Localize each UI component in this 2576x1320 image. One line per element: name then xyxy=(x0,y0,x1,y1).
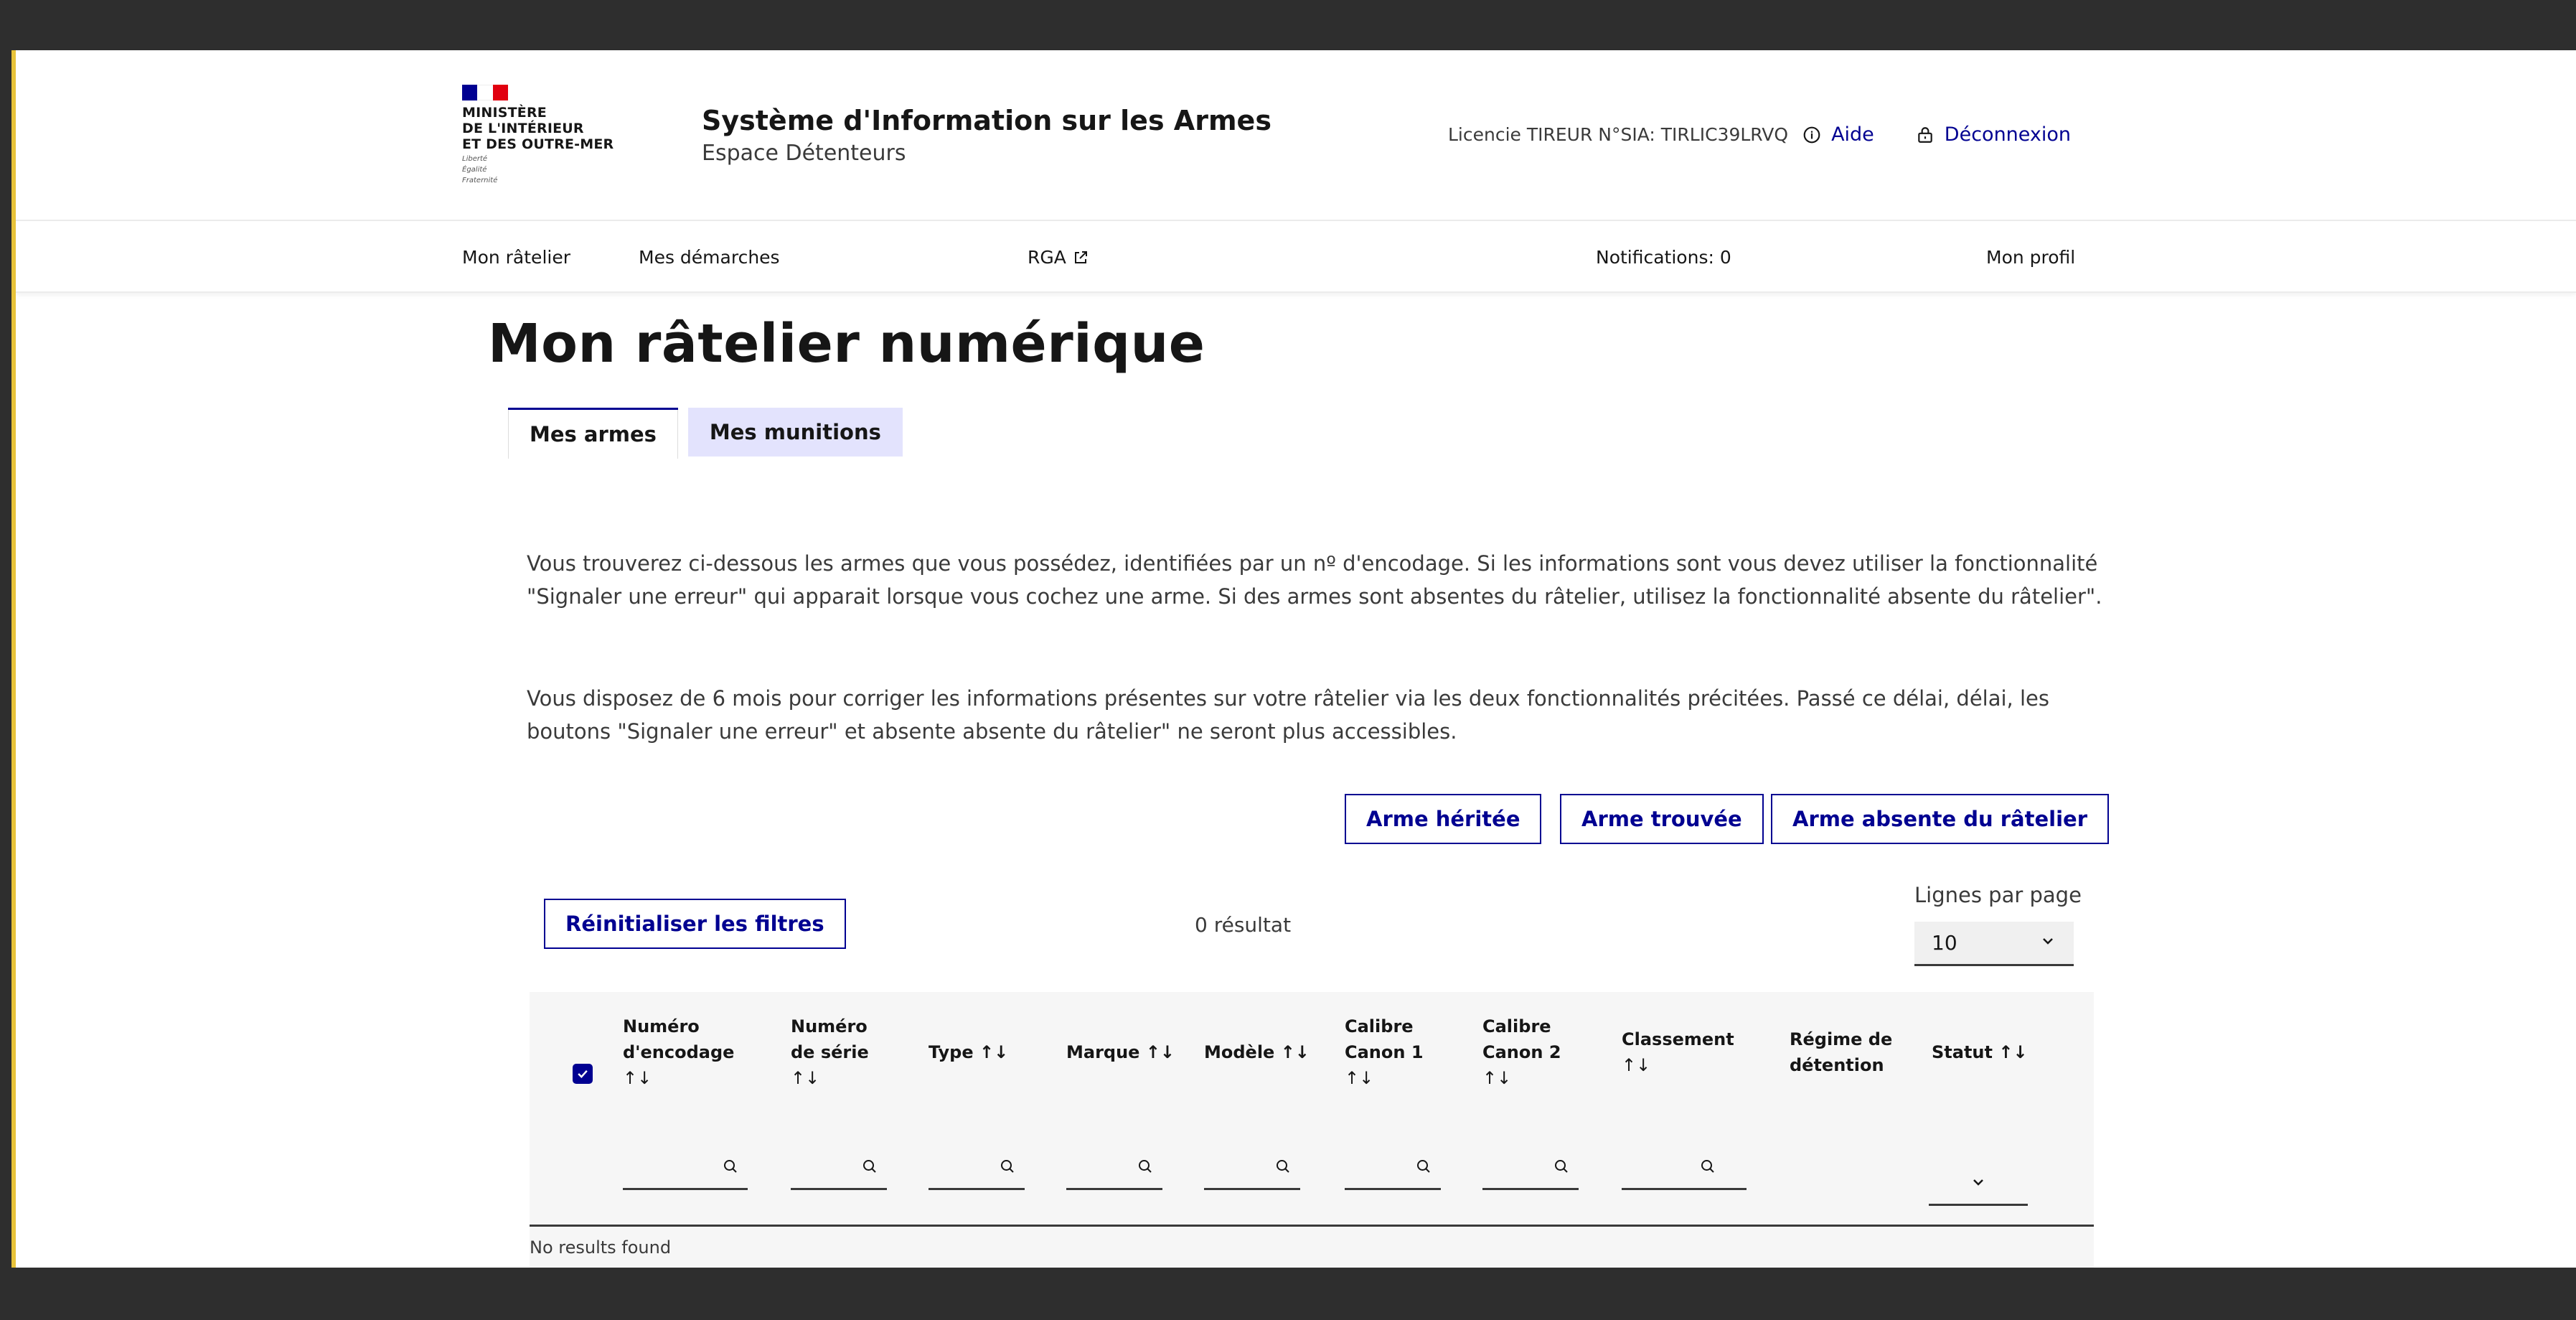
col-header-caliber-1[interactable]: Calibre Canon 1 ↑↓ xyxy=(1345,1014,1424,1091)
search-icon xyxy=(1415,1158,1432,1178)
site-header: MINISTÈRE DE L'INTÉRIEUR ET DES OUTRE-ME… xyxy=(16,50,2576,221)
filter-serial-input[interactable] xyxy=(791,1147,887,1190)
search-icon xyxy=(1274,1158,1292,1178)
filter-status-select[interactable] xyxy=(1929,1163,2028,1206)
nav-item-notifications[interactable]: Notifications: 0 xyxy=(1596,247,1731,268)
main-nav: Mon râtelier Mes démarches RGA Notificat… xyxy=(16,221,2576,293)
logout-label: Déconnexion xyxy=(1944,123,2072,146)
inherited-weapon-button[interactable]: Arme héritée xyxy=(1345,794,1542,844)
chevron-down-icon xyxy=(2039,931,2056,955)
intro-paragraph: Vous trouverez ci-dessous les armes que … xyxy=(527,551,2102,609)
col-header-type[interactable]: Type ↑↓ xyxy=(929,1039,1008,1065)
col-header-status[interactable]: Statut ↑↓ xyxy=(1932,1039,2028,1065)
deadline-paragraph: Vous disposez de 6 mois pour corriger le… xyxy=(527,686,2049,744)
col-header-model[interactable]: Modèle ↑↓ xyxy=(1204,1039,1310,1065)
col-header-line: de série xyxy=(791,1042,869,1062)
col-header-line: Calibre xyxy=(1482,1016,1551,1036)
sort-icon: ↑↓ xyxy=(1482,1068,1512,1088)
site-subtitle: Espace Détenteurs xyxy=(702,141,906,166)
search-icon xyxy=(1699,1158,1716,1178)
help-label: Aide xyxy=(1831,123,1874,146)
absent-weapon-button[interactable]: Arme absente du râtelier xyxy=(1771,794,2110,844)
col-header-regime: Régime de détention xyxy=(1790,1026,1892,1078)
page: MINISTÈRE DE L'INTÉRIEUR ET DES OUTRE-ME… xyxy=(16,50,2576,1268)
sort-icon: ↑↓ xyxy=(1345,1068,1374,1088)
col-header-line: détention xyxy=(1790,1055,1884,1075)
search-icon xyxy=(861,1158,878,1178)
results-count: 0 résultat xyxy=(1195,913,1292,937)
chevron-down-icon xyxy=(1970,1174,1987,1194)
motto-line: Fraternité xyxy=(462,177,498,184)
filter-classification-input[interactable] xyxy=(1622,1147,1747,1190)
logo-line: DE L'INTÉRIEUR xyxy=(462,121,584,136)
filter-caliber-1-input[interactable] xyxy=(1345,1147,1441,1190)
search-icon xyxy=(1137,1158,1154,1178)
flag-icon xyxy=(462,85,508,100)
check-icon xyxy=(578,1069,588,1078)
motto-line: Égalité xyxy=(462,166,487,174)
logout-link[interactable]: Déconnexion xyxy=(1916,123,2071,146)
weapons-table: Numéro d'encodage ↑↓ Numéro de série ↑↓ … xyxy=(530,992,2094,1268)
lock-icon xyxy=(1916,126,1935,144)
table-header-divider xyxy=(530,1225,2094,1227)
tab-mes-armes[interactable]: Mes armes xyxy=(508,408,678,459)
rows-per-page-label: Lignes par page xyxy=(1914,883,2082,907)
select-all-checkbox[interactable] xyxy=(573,1064,593,1084)
reset-filters-button[interactable]: Réinitialiser les filtres xyxy=(544,899,846,949)
search-icon xyxy=(999,1158,1016,1178)
nav-label: Mon râtelier xyxy=(462,247,570,268)
logo-line: ET DES OUTRE-MER xyxy=(462,136,614,152)
help-link[interactable]: Aide xyxy=(1802,123,1874,146)
site-title[interactable]: Système d'Information sur les Armes xyxy=(702,105,1271,136)
filter-encoding-input[interactable] xyxy=(623,1147,748,1190)
col-header-line: d'encodage xyxy=(623,1042,735,1062)
tab-mes-munitions[interactable]: Mes munitions xyxy=(687,408,903,457)
sort-icon: ↑↓ xyxy=(623,1068,652,1088)
nav-label: Mon profil xyxy=(1986,247,2076,268)
col-header-encoding[interactable]: Numéro d'encodage ↑↓ xyxy=(623,1014,734,1091)
filter-model-input[interactable] xyxy=(1204,1147,1300,1190)
search-icon xyxy=(1553,1158,1570,1178)
col-header-line: Canon 2 xyxy=(1482,1042,1561,1062)
empty-table-message: No results found xyxy=(530,1237,672,1258)
nav-item-profile[interactable]: Mon profil xyxy=(1986,247,2075,268)
col-header-line: Calibre xyxy=(1345,1016,1414,1036)
info-icon xyxy=(1802,126,1821,144)
col-header-brand[interactable]: Marque ↑↓ xyxy=(1066,1039,1175,1065)
motto-line: Liberté xyxy=(462,155,488,163)
col-header-line: Canon 1 xyxy=(1345,1042,1424,1062)
nav-label: Mes démarches xyxy=(639,247,780,268)
page-title: Mon râtelier numérique xyxy=(488,313,1205,375)
col-header-serial[interactable]: Numéro de série ↑↓ xyxy=(791,1014,869,1091)
nav-item-demarches[interactable]: Mes démarches xyxy=(639,247,780,268)
sort-icon: ↑↓ xyxy=(791,1068,820,1088)
col-header-caliber-2[interactable]: Calibre Canon 2 ↑↓ xyxy=(1482,1014,1561,1091)
col-header-line: Régime de xyxy=(1790,1029,1893,1049)
nav-label: RGA xyxy=(1028,247,1066,268)
col-header-line: Classement xyxy=(1622,1029,1734,1049)
filter-type-input[interactable] xyxy=(929,1147,1025,1190)
ministry-logo[interactable]: MINISTÈRE DE L'INTÉRIEUR ET DES OUTRE-ME… xyxy=(462,85,634,184)
col-header-line: Numéro xyxy=(791,1016,868,1036)
search-icon xyxy=(722,1158,739,1178)
logo-line: MINISTÈRE xyxy=(462,105,547,121)
rows-per-page-value: 10 xyxy=(1932,931,1957,955)
nav-item-ratelier[interactable]: Mon râtelier xyxy=(462,247,570,268)
col-header-classification[interactable]: Classement ↑↓ xyxy=(1622,1026,1734,1078)
filter-brand-input[interactable] xyxy=(1066,1147,1162,1190)
found-weapon-button[interactable]: Arme trouvée xyxy=(1560,794,1764,844)
filter-caliber-2-input[interactable] xyxy=(1482,1147,1579,1190)
external-link-icon xyxy=(1072,249,1089,266)
license-info: Licencie TIREUR N°SIA: TIRLIC39LRVQ xyxy=(1448,124,1789,145)
nav-item-rga[interactable]: RGA xyxy=(1028,247,1089,268)
nav-label: Notifications: 0 xyxy=(1596,247,1731,268)
tab-list: Mes armes Mes munitions xyxy=(508,408,903,459)
col-header-line: Numéro xyxy=(623,1016,700,1036)
sort-icon: ↑↓ xyxy=(1622,1055,1651,1075)
rows-per-page-select[interactable]: 10 xyxy=(1914,922,2074,966)
